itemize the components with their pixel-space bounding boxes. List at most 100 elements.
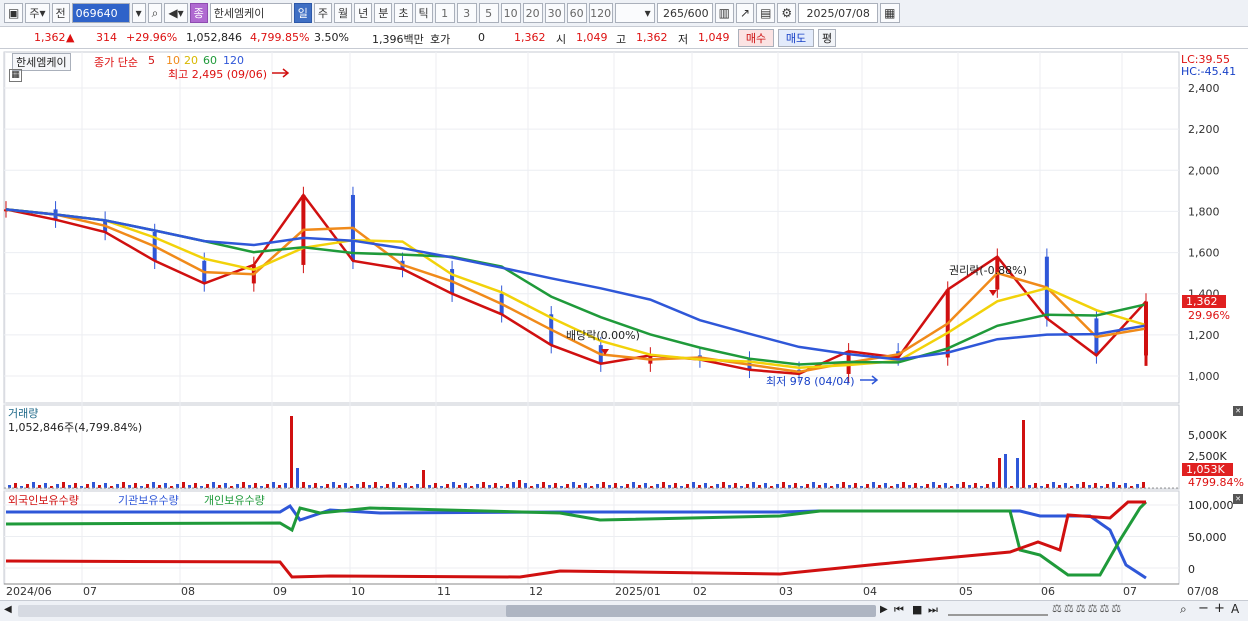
period-month[interactable]: 월 xyxy=(334,3,353,23)
range-input[interactable]: 265/600 xyxy=(656,3,713,23)
volume-bar xyxy=(956,484,959,488)
interval-20[interactable]: 20 xyxy=(522,3,543,23)
candle-icon[interactable]: ▥ xyxy=(714,3,734,23)
volume-pct: 4,799.85% xyxy=(250,31,310,44)
volume-bar xyxy=(356,484,359,488)
tool-icons[interactable]: ⚖⚖⚖⚖⚖⚖ xyxy=(1052,602,1123,615)
interval-60[interactable]: 60 xyxy=(566,3,587,23)
save-icon[interactable]: ▤ xyxy=(756,3,776,23)
volume-bar xyxy=(14,483,17,488)
high-price: 1,362 xyxy=(636,31,668,44)
avg-button[interactable]: 평 xyxy=(818,29,836,47)
price-tick-label: 1,600 xyxy=(1188,247,1220,260)
low-price: 1,049 xyxy=(698,31,730,44)
speaker-icon[interactable]: ◀▾ xyxy=(164,3,188,23)
volume-bar xyxy=(254,483,257,488)
volume-bar xyxy=(176,484,179,488)
chart-area[interactable]: 2,4002,2002,0001,8001,6001,4001,2001,000… xyxy=(0,50,1248,600)
toolbar: ▣ 주 ▾ 전 069640 ▾ ⌕ ◀▾ 종 한세엠케이 일 주 월 년 분 초… xyxy=(0,0,1248,27)
holding-tick-0: 0 xyxy=(1188,563,1195,576)
x-tick-label: 08 xyxy=(181,585,195,598)
volume-bar xyxy=(134,483,137,488)
interval-10[interactable]: 10 xyxy=(500,3,521,23)
volume-bar xyxy=(554,483,557,488)
scrollbar-thumb[interactable] xyxy=(506,605,876,617)
interval-5[interactable]: 5 xyxy=(478,3,499,23)
volume-bar xyxy=(362,482,365,488)
period-second[interactable]: 초 xyxy=(394,3,413,23)
sell-button[interactable]: 매도 xyxy=(778,29,814,47)
volume-bar xyxy=(896,484,899,488)
volume-bar xyxy=(536,484,539,488)
draw-icon[interactable]: ↗ xyxy=(736,3,755,23)
volume-bar xyxy=(692,482,695,488)
hoga-price: 1,362 xyxy=(514,31,546,44)
custom-interval-select[interactable]: ▾ xyxy=(614,3,655,23)
volume-bar xyxy=(314,483,317,488)
speed-slider[interactable] xyxy=(948,604,1048,616)
calendar-icon[interactable]: ▦ xyxy=(880,3,900,23)
ma-5: 5 xyxy=(148,54,155,67)
volume-bar xyxy=(392,482,395,488)
forward-icon[interactable]: ⏭ xyxy=(928,603,938,617)
font-size-icon[interactable]: A xyxy=(1231,602,1239,616)
price-change-pct: +29.96% xyxy=(126,31,178,44)
volume-bar xyxy=(32,482,35,488)
gear-icon[interactable]: ⚙ xyxy=(777,3,797,23)
period-week[interactable]: 주 xyxy=(313,3,333,23)
volume-bar xyxy=(146,484,149,488)
volume-bar xyxy=(374,482,377,488)
volume-bar xyxy=(824,483,827,488)
scrollbar-track[interactable] xyxy=(18,605,876,617)
volume-bar xyxy=(332,482,335,488)
period-day[interactable]: 일 xyxy=(293,3,312,23)
range-total: /600 xyxy=(683,6,709,20)
open-price: 1,049 xyxy=(576,31,608,44)
x-tick-label: 09 xyxy=(273,585,287,598)
period-minute[interactable]: 분 xyxy=(374,3,393,23)
layout-icon[interactable]: ▣ xyxy=(4,3,24,23)
volume-bar xyxy=(722,482,725,488)
prev-button[interactable]: 전 xyxy=(51,3,70,23)
search-icon[interactable]: ⌕ xyxy=(147,3,163,23)
hc-label: HC:-45.41 xyxy=(1181,65,1237,78)
volume-bar xyxy=(236,484,239,488)
scroll-left-icon[interactable]: ◀ xyxy=(4,604,12,615)
volume-bar xyxy=(302,482,305,488)
volume-bar xyxy=(674,483,677,488)
holding-panel-close-icon[interactable]: ✕ xyxy=(1233,494,1243,504)
ma-label: 종가 단순 xyxy=(94,56,138,69)
code-dropdown-icon[interactable]: ▾ xyxy=(131,3,146,23)
volume-panel-close-icon[interactable]: ✕ xyxy=(1233,406,1243,416)
scroll-right-icon[interactable]: ▶ xyxy=(880,604,888,615)
zoom-icon[interactable]: ⌕ xyxy=(1180,602,1187,617)
stop-icon[interactable]: ■ xyxy=(912,603,922,616)
volume-bar xyxy=(602,482,605,488)
volume-bar xyxy=(752,482,755,488)
interval-30[interactable]: 30 xyxy=(544,3,565,23)
date-input[interactable]: 2025/07/08 xyxy=(798,3,879,23)
period-tick[interactable]: 틱 xyxy=(414,3,433,23)
market-select[interactable]: 주 ▾ xyxy=(25,3,50,23)
period-year[interactable]: 년 xyxy=(354,3,373,23)
zoom-out-icon[interactable]: − xyxy=(1198,601,1209,616)
dividend-note: 배당락(0.00%) xyxy=(566,329,640,342)
volume-bar xyxy=(662,482,665,488)
interval-1[interactable]: 1 xyxy=(434,3,455,23)
volume-bar xyxy=(452,482,455,488)
turnover: 3.50% xyxy=(314,31,349,44)
volume: 1,052,846 xyxy=(186,31,242,44)
rewind-icon[interactable]: ⏮ xyxy=(894,603,904,617)
hoga-label: 호가 xyxy=(430,33,451,46)
volume-bar xyxy=(74,483,77,488)
buy-button[interactable]: 매수 xyxy=(738,29,774,47)
stock-chart[interactable]: 2,4002,2002,0001,8001,6001,4001,2001,000… xyxy=(0,50,1248,600)
interval-3[interactable]: 3 xyxy=(456,3,477,23)
stock-code-input[interactable]: 069640 xyxy=(71,3,130,23)
stock-name: 한세엠케이 xyxy=(209,3,292,23)
volume-bar xyxy=(962,482,965,488)
interval-120[interactable]: 120 xyxy=(588,3,613,23)
zoom-in-icon[interactable]: + xyxy=(1214,601,1225,616)
table-icon[interactable]: ▦ xyxy=(9,69,22,82)
volume-bar xyxy=(734,483,737,488)
